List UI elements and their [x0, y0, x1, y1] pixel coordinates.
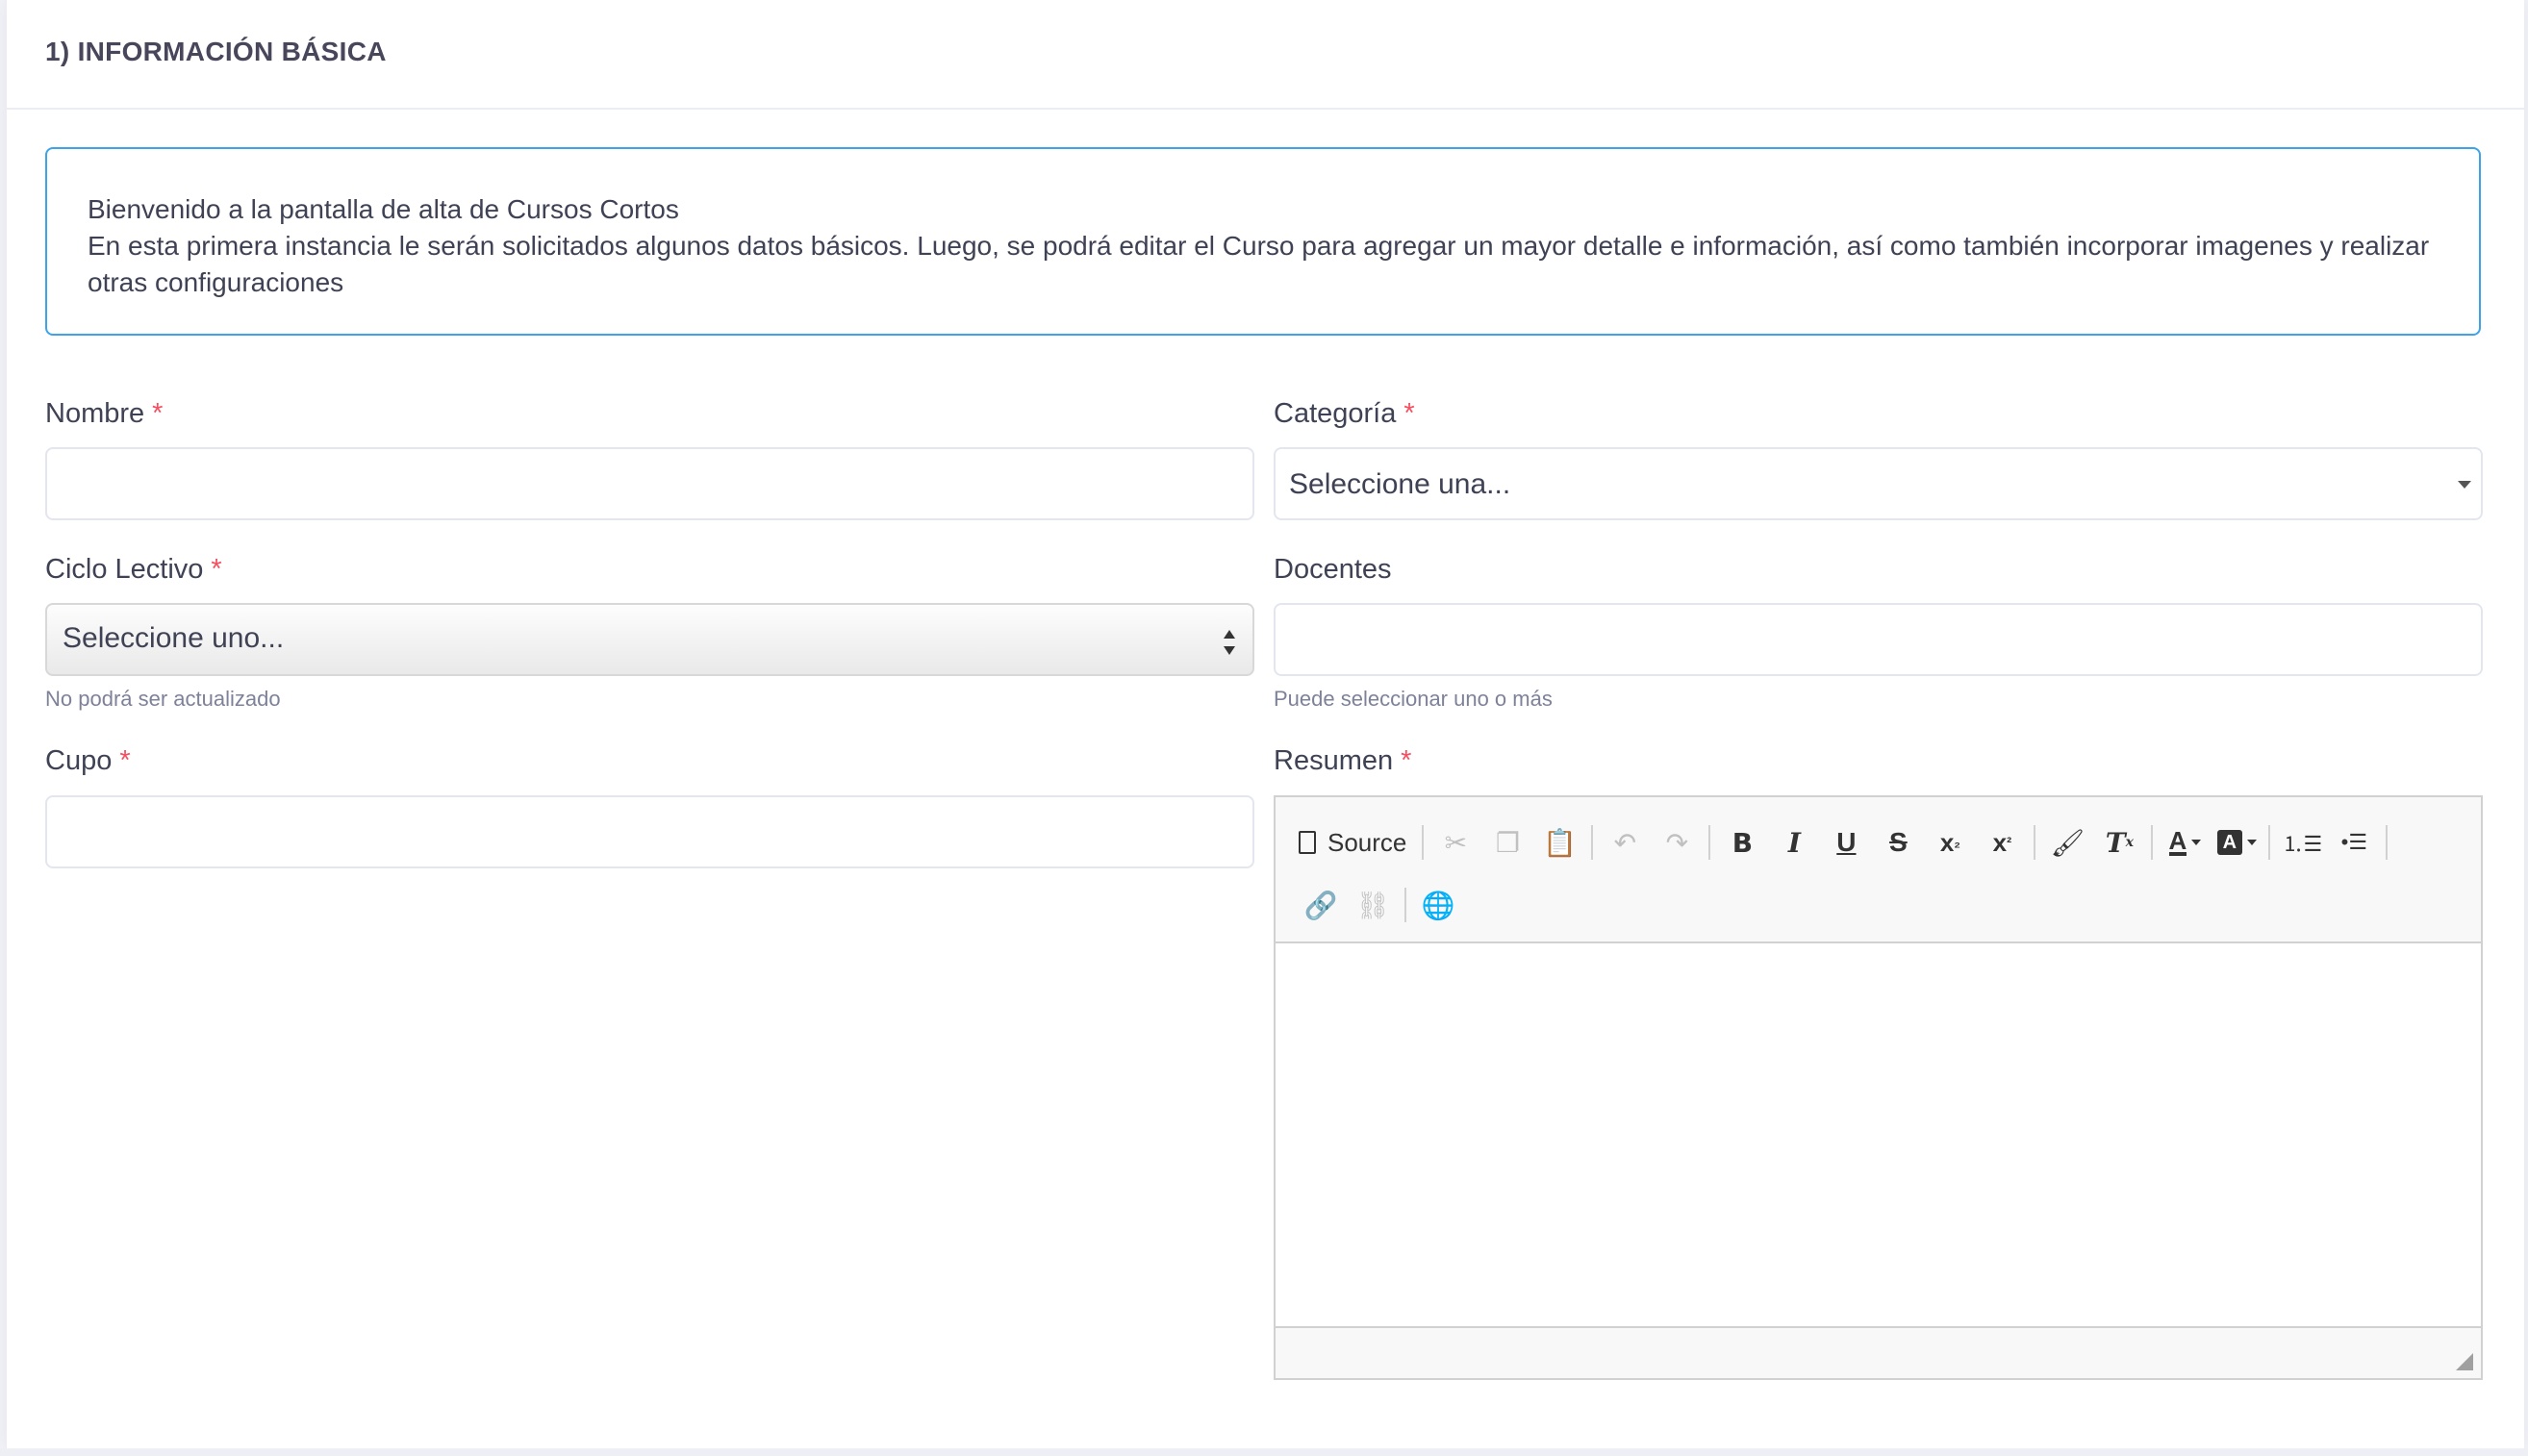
nombre-label-text: Nombre — [45, 398, 145, 429]
docentes-input[interactable] — [1274, 603, 2483, 676]
bulleted-list-icon[interactable]: •☰ — [2328, 816, 2380, 868]
toolbar-separator — [1591, 825, 1594, 860]
docentes-label-text: Docentes — [1274, 554, 1392, 585]
globe-icon[interactable]: 🌐 — [1412, 879, 1464, 931]
editor-toolbar: Source ✂ ❐ 📋 ↶ ↷ B I U S x₂ x² 🖌 Tx A A … — [1276, 797, 2481, 943]
italic-icon[interactable]: I — [1768, 816, 1820, 868]
ciclo-label: Ciclo Lectivo * — [45, 554, 222, 586]
redo-icon[interactable]: ↷ — [1651, 816, 1703, 868]
chevron-down-icon — [2246, 840, 2257, 845]
chevron-down-icon — [2458, 481, 2471, 489]
required-marker: * — [119, 745, 131, 776]
toolbar-separator — [2151, 825, 2154, 860]
info-line-1: Bienvenido a la pantalla de alta de Curs… — [88, 194, 679, 224]
required-marker: * — [1403, 398, 1415, 429]
chevron-down-icon — [2191, 840, 2202, 845]
page-background — [0, 1448, 2528, 1456]
nombre-label: Nombre * — [45, 398, 163, 430]
required-marker: * — [211, 554, 222, 585]
unlink-icon[interactable]: ⛓ — [1347, 879, 1399, 931]
editor-content-area[interactable] — [1276, 943, 2481, 1326]
underline-icon[interactable]: U — [1820, 816, 1872, 868]
superscript-icon[interactable]: x² — [1976, 816, 2028, 868]
resize-handle-icon[interactable] — [2456, 1353, 2473, 1370]
categoria-label: Categoría * — [1274, 398, 1415, 430]
info-alert: Bienvenido a la pantalla de alta de Curs… — [45, 147, 2481, 336]
ciclo-label-text: Ciclo Lectivo — [45, 554, 204, 585]
info-line-2: En esta primera instancia le serán solic… — [88, 231, 2430, 297]
cut-icon[interactable]: ✂ — [1429, 816, 1481, 868]
toolbar-separator — [2386, 825, 2389, 860]
source-button[interactable]: Source — [1295, 816, 1416, 868]
basic-info-card: 1) INFORMACIÓN BÁSICA Bienvenido a la pa… — [6, 0, 2524, 1448]
ciclo-lectivo-select[interactable]: Seleccione uno... — [45, 603, 1254, 676]
resumen-label: Resumen * — [1274, 745, 1411, 777]
ciclo-select-value: Seleccione uno... — [63, 622, 285, 654]
required-marker: * — [1401, 745, 1412, 776]
undo-icon[interactable]: ↶ — [1599, 816, 1651, 868]
resumen-rich-text-editor: Source ✂ ❐ 📋 ↶ ↷ B I U S x₂ x² 🖌 Tx A A … — [1274, 795, 2483, 1380]
source-icon — [1299, 831, 1316, 854]
toolbar-separator — [1422, 825, 1425, 860]
docentes-label: Docentes — [1274, 554, 1392, 586]
bold-icon[interactable]: B — [1716, 816, 1768, 868]
categoria-label-text: Categoría — [1274, 398, 1397, 429]
toolbar-separator — [1404, 888, 1406, 922]
cupo-label-text: Cupo — [45, 745, 113, 776]
nombre-input[interactable] — [45, 447, 1254, 520]
strikethrough-icon[interactable]: S — [1872, 816, 1924, 868]
required-marker: * — [152, 398, 164, 429]
background-color-button[interactable]: A — [2211, 816, 2263, 868]
section-title: 1) INFORMACIÓN BÁSICA — [45, 37, 387, 66]
categoria-select-value: Seleccione una... — [1289, 468, 1511, 500]
resumen-label-text: Resumen — [1274, 745, 1394, 776]
background-color-icon: A — [2216, 830, 2242, 855]
cupo-input[interactable] — [45, 795, 1254, 868]
editor-footer — [1276, 1326, 2481, 1378]
select-arrows-icon — [1224, 630, 1237, 655]
toolbar-separator — [2034, 825, 2036, 860]
paste-icon[interactable]: 📋 — [1533, 816, 1585, 868]
copy-icon[interactable]: ❐ — [1481, 816, 1533, 868]
source-label: Source — [1327, 827, 1407, 857]
subscript-icon[interactable]: x₂ — [1924, 816, 1976, 868]
ciclo-help-text: No podrá ser actualizado — [45, 687, 281, 711]
cupo-label: Cupo * — [45, 745, 131, 777]
format-painter-icon[interactable]: 🖌 — [2041, 816, 2093, 868]
link-icon[interactable]: 🔗 — [1295, 879, 1347, 931]
remove-format-icon[interactable]: Tx — [2093, 816, 2145, 868]
categoria-select[interactable]: Seleccione una... — [1274, 447, 2483, 520]
card-header: 1) INFORMACIÓN BÁSICA — [7, 0, 2524, 110]
docentes-help-text: Puede seleccionar uno o más — [1274, 687, 1553, 711]
toolbar-separator — [1708, 825, 1711, 860]
text-color-icon: A — [2168, 826, 2187, 856]
toolbar-separator — [2268, 825, 2271, 860]
text-color-button[interactable]: A — [2159, 816, 2211, 868]
numbered-list-icon[interactable]: ⒈☰ — [2276, 816, 2328, 868]
